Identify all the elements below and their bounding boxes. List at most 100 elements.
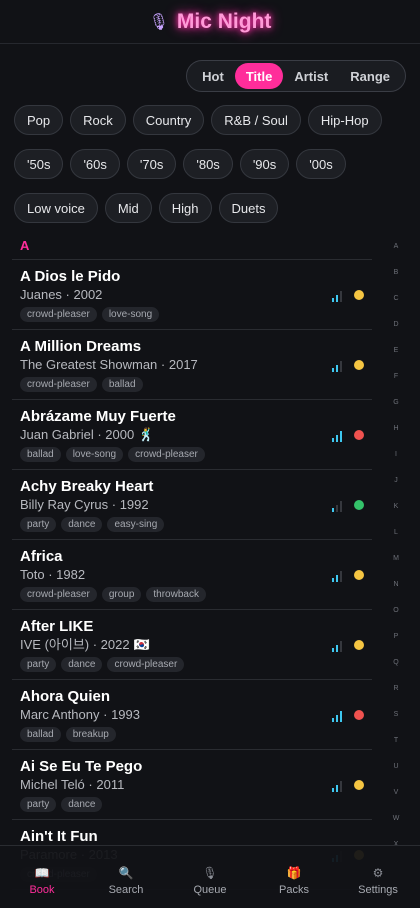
song-extra-badge: 🇰🇷 [133, 637, 150, 652]
song-row[interactable]: Africa Toto · 1982 crowd-pleaser group throw… [12, 540, 372, 610]
song-artist: Toto [20, 567, 45, 582]
nav-packs[interactable]: 🎁 Packs [252, 846, 336, 908]
song-title: Achy Breaky Heart [20, 478, 154, 495]
alphabet-letter[interactable]: D [390, 312, 402, 338]
alphabet-letter[interactable]: Q [390, 650, 402, 676]
sort-tab-hot[interactable]: Hot [191, 63, 235, 89]
nav-settings[interactable]: ⚙ Settings [336, 846, 420, 908]
nav-queue[interactable]: 🎙 Queue [168, 846, 252, 908]
sort-tab-range[interactable]: Range [339, 63, 401, 89]
app-header: 🎙 Mic Night [0, 0, 420, 44]
difficulty-dot [354, 500, 364, 510]
genre-chip[interactable]: R&B / Soul [211, 105, 301, 135]
song-row[interactable]: A Million Dreams The Greatest Showman · 2… [12, 330, 372, 400]
song-year: 2022 [100, 637, 130, 652]
song-artist: The Greatest Showman [20, 357, 158, 372]
microphone-icon: 🎙 [148, 13, 169, 31]
song-row[interactable]: Ahora Quien Marc Anthony · 1993 ballad brea… [12, 680, 372, 750]
song-artist: Billy Ray Cyrus [20, 497, 109, 512]
decade-chip[interactable]: '80s [183, 149, 233, 179]
nav-label: Search [108, 884, 144, 896]
vocal-range-meter [332, 291, 342, 302]
alphabet-letter[interactable]: B [390, 260, 402, 286]
alphabet-letter[interactable]: U [390, 754, 402, 780]
alphabet-letter[interactable]: K [390, 494, 402, 520]
alphabet-letter[interactable]: C [390, 286, 402, 312]
vocal-chip[interactable]: Mid [104, 193, 152, 223]
alphabet-letter[interactable]: S [390, 702, 402, 728]
decade-chip[interactable]: '50s [14, 149, 64, 179]
song-row[interactable]: Achy Breaky Heart Billy Ray Cyrus · 1992 p… [12, 470, 372, 540]
alphabet-letter[interactable]: A [390, 234, 402, 260]
alphabet-letter[interactable]: G [390, 390, 402, 416]
alphabet-letter[interactable]: J [390, 468, 402, 494]
song-artist: Marc Anthony [20, 707, 100, 722]
tag-chip: party [20, 657, 57, 672]
vocal-range-meter [332, 711, 342, 722]
alphabet-letter[interactable]: V [390, 780, 402, 806]
alphabet-letter[interactable]: M [390, 546, 402, 572]
nav-search[interactable]: 🔍 Search [84, 846, 168, 908]
decade-chip[interactable]: '60s [70, 149, 120, 179]
meta-separator: · [44, 567, 57, 582]
song-row[interactable]: Ai Se Eu Te Pego Michel Teló · 2011 party d… [12, 750, 372, 820]
decade-chip[interactable]: '90s [239, 149, 290, 179]
decade-filter-row: '50s '60s '70s '80s '90s '00s [14, 149, 346, 179]
nav-book[interactable]: 📖 Book [0, 846, 84, 908]
alphabet-letter[interactable]: F [390, 364, 402, 390]
meter-bar [340, 501, 342, 512]
decade-chip[interactable]: '00s [296, 149, 346, 179]
genre-chip[interactable]: Pop [14, 105, 64, 135]
sort-tab-title[interactable]: Title [234, 63, 284, 89]
song-row[interactable]: After LIKE IVE (아이브) · 2022 🇰🇷 party dance cr… [12, 610, 372, 680]
alphabet-letter[interactable]: N [390, 572, 402, 598]
tag-chip: party [20, 797, 57, 812]
book-icon: 📖 [34, 866, 50, 880]
alphabet-letter[interactable]: O [390, 598, 402, 624]
meta-separator: · [108, 497, 120, 512]
genre-chip[interactable]: Hip-Hop [307, 105, 382, 135]
difficulty-dot [354, 640, 364, 650]
alphabet-letter[interactable]: P [390, 624, 402, 650]
difficulty-dot [354, 570, 364, 580]
meter-bar [336, 715, 338, 722]
genre-chip[interactable]: Rock [70, 105, 126, 135]
alphabet-letter[interactable]: W [390, 806, 402, 832]
nav-label: Queue [193, 884, 227, 896]
difficulty-dot [354, 290, 364, 300]
genre-chip[interactable]: Country [132, 105, 205, 135]
vocal-range-meter [332, 781, 342, 792]
song-title: Ai Se Eu Te Pego [20, 758, 143, 775]
song-year: 1993 [111, 707, 140, 722]
song-row[interactable]: A Dios le Pido Juanes · 2002 crowd-pleaser… [12, 260, 372, 330]
difficulty-dot [354, 780, 364, 790]
vocal-chip[interactable]: High [158, 193, 212, 223]
meta-separator: · [99, 707, 112, 722]
song-title: After LIKE [20, 618, 94, 635]
tag-list: crowd-pleaser ballad [20, 377, 372, 392]
song-meta: Billy Ray Cyrus · 1992 [20, 497, 372, 513]
song-year: 2011 [96, 777, 125, 792]
vocal-range-meter [332, 361, 342, 372]
decade-chip[interactable]: '70s [126, 149, 177, 179]
alphabet-letter[interactable]: I [390, 442, 402, 468]
alphabet-letter[interactable]: L [390, 520, 402, 546]
meter-bar [332, 788, 334, 792]
song-meta: Toto · 1982 [20, 567, 372, 583]
vocal-chip[interactable]: Duets [218, 193, 279, 223]
alphabet-letter[interactable]: R [390, 676, 402, 702]
vocal-chip[interactable]: Low voice [14, 193, 98, 223]
search-icon: 🔍 [118, 866, 134, 880]
meter-bar [336, 365, 338, 372]
song-row[interactable]: Abrázame Muy Fuerte Juan Gabriel · 2000 🕺 b… [12, 400, 372, 470]
alphabet-letter[interactable]: T [390, 728, 402, 754]
meter-bar [332, 718, 334, 722]
alphabet-letter[interactable]: H [390, 416, 402, 442]
song-artist: Juanes [20, 287, 62, 302]
song-year: 2017 [168, 357, 198, 372]
meter-bar [332, 578, 334, 582]
vocal-range-meter [332, 641, 342, 652]
alphabet-letter[interactable]: E [390, 338, 402, 364]
alphabet-index[interactable]: ABCDEFGHIJKLMNOPQRSTUVWX [390, 234, 402, 858]
sort-tab-artist[interactable]: Artist [283, 63, 339, 89]
